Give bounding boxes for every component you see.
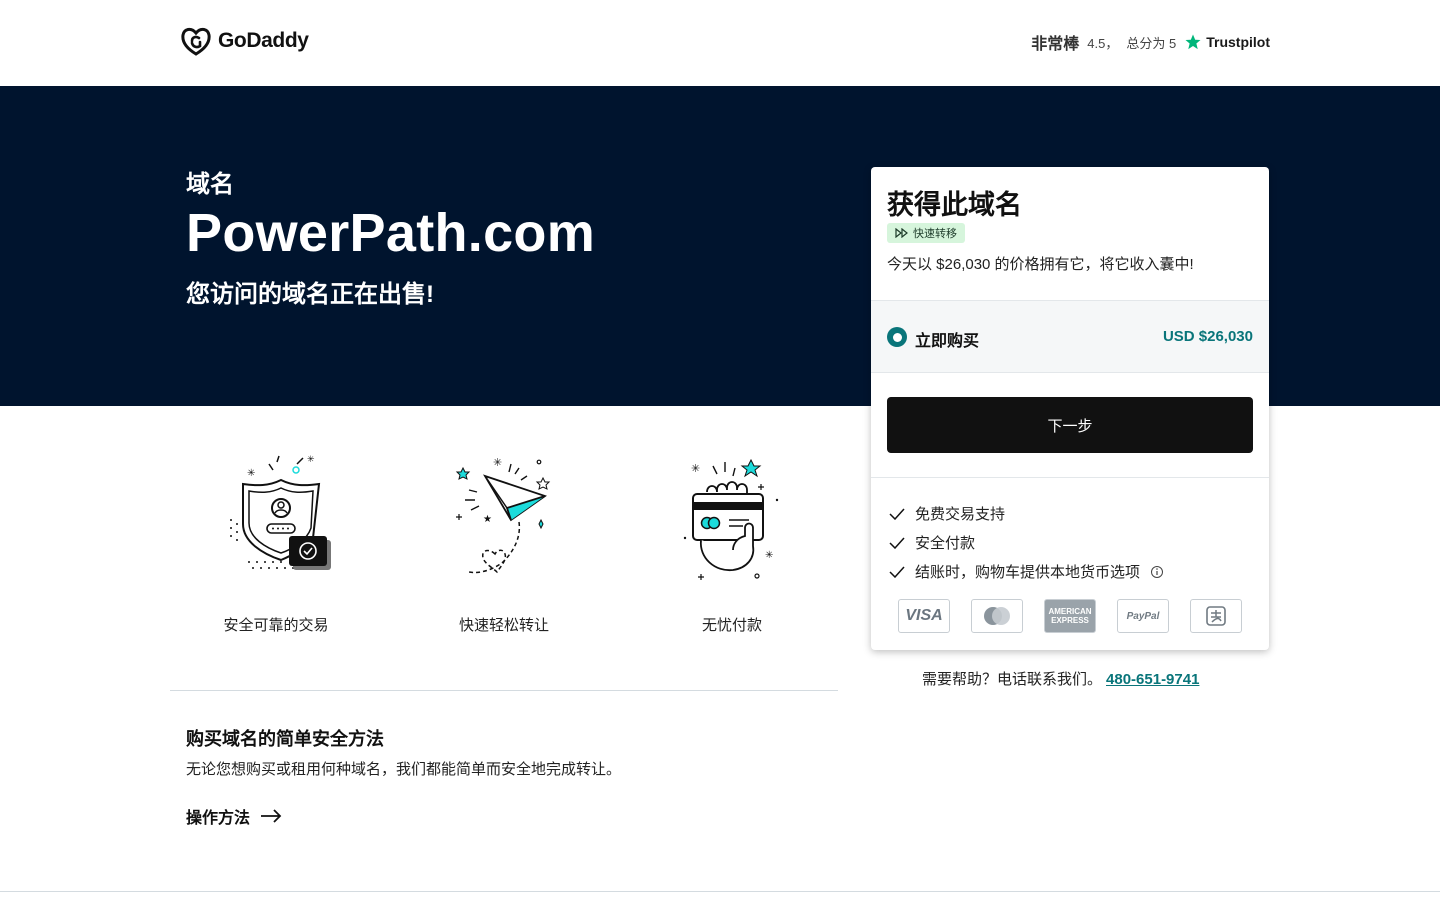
help-line: 需要帮助？电话联系我们。 480-651-9741 bbox=[922, 668, 1199, 689]
help-text: 需要帮助？电话联系我们。 bbox=[922, 671, 1103, 688]
svg-text:✳: ✳ bbox=[307, 455, 315, 465]
star-icon bbox=[1185, 34, 1201, 50]
section-divider bbox=[170, 690, 838, 691]
list-item: 安全付款 bbox=[889, 528, 1164, 557]
rating-total: 总分为 5 bbox=[1126, 35, 1177, 51]
check-icon bbox=[889, 507, 905, 520]
trustpilot-brand: Trustpilot bbox=[1184, 33, 1270, 51]
svg-text:✳: ✳ bbox=[247, 468, 255, 479]
hero-subtitle: 您访问的域名正在出售! bbox=[186, 281, 434, 308]
domain-name: PowerPath.com bbox=[186, 203, 596, 263]
section-description: 无论您想购买或租用何种域名，我们都能简单而安全地完成转让。 bbox=[186, 761, 622, 778]
svg-text:✳: ✳ bbox=[765, 550, 773, 561]
fast-transfer-badge: 快速转移 bbox=[887, 223, 965, 243]
option-label: 立即购买 bbox=[915, 333, 980, 350]
mastercard-icon bbox=[971, 599, 1023, 633]
svg-text:✳: ✳ bbox=[691, 462, 700, 475]
alipay-icon bbox=[1190, 599, 1242, 633]
godaddy-logo[interactable]: GoDaddy bbox=[180, 26, 309, 56]
list-item: 结账时，购物车提供本地货币选项 bbox=[889, 557, 1164, 586]
card-divider bbox=[871, 477, 1269, 478]
option-price: USD $26,030 bbox=[1162, 328, 1253, 345]
benefit-label: 免费交易支持 bbox=[915, 506, 1006, 523]
feature-payment: ✳ ✳ 无忧付款 bbox=[632, 450, 832, 635]
card-hand-icon: ✳ ✳ bbox=[683, 458, 779, 580]
fast-forward-icon bbox=[895, 228, 908, 238]
info-icon[interactable] bbox=[1150, 565, 1164, 579]
feature-transfer: ✳ ★ 快速轻松转让 bbox=[404, 450, 604, 635]
feature-label: 安全可靠的交易 bbox=[223, 617, 329, 634]
benefit-label: 安全付款 bbox=[915, 535, 976, 552]
rating-label: 非常棒 bbox=[1031, 36, 1080, 53]
feature-label: 无忧付款 bbox=[701, 617, 762, 634]
arrow-right-icon bbox=[261, 809, 282, 823]
trustpilot-rating[interactable]: 非常棒 4.5， 总分为 5 Trustpilot bbox=[1031, 30, 1270, 54]
paper-plane-icon: ✳ ★ bbox=[455, 456, 551, 574]
feature-label: 快速轻松转让 bbox=[458, 617, 549, 634]
footer-divider bbox=[0, 891, 1440, 892]
phone-link[interactable]: 480-651-9741 bbox=[1106, 671, 1199, 688]
feature-secure: ✳ ✳ 安全可靠的交易 bbox=[176, 450, 376, 635]
benefit-label: 结账时，购物车提供本地货币选项 bbox=[915, 564, 1141, 581]
next-button[interactable]: 下一步 bbox=[887, 397, 1253, 453]
check-icon bbox=[889, 536, 905, 549]
card-description: 今天以 $26,030 的价格拥有它，将它收入囊中! bbox=[887, 256, 1194, 273]
rating-score: 4.5， bbox=[1087, 35, 1119, 51]
visa-icon: VISA bbox=[898, 599, 950, 633]
check-icon bbox=[889, 565, 905, 578]
logo-text: GoDaddy bbox=[218, 29, 309, 52]
svg-text:★: ★ bbox=[483, 514, 492, 525]
how-it-works-link[interactable]: 操作方法 bbox=[186, 804, 282, 828]
payment-methods: VISA AMERICAN EXPRESS PayPal bbox=[898, 599, 1242, 633]
section-title: 购买域名的简单安全方法 bbox=[186, 729, 384, 749]
godaddy-logo-icon bbox=[181, 27, 211, 56]
buy-now-option[interactable]: 立即购买 USD $26,030 bbox=[871, 300, 1269, 373]
purchase-card: 获得此域名 快速转移 今天以 $26,030 的价格拥有它，将它收入囊中! 立即… bbox=[871, 167, 1269, 650]
amex-icon: AMERICAN EXPRESS bbox=[1044, 599, 1096, 633]
list-item: 免费交易支持 bbox=[889, 499, 1164, 528]
benefits-list: 免费交易支持 安全付款 结账时，购物车提供本地货币选项 bbox=[889, 499, 1164, 586]
site-header: GoDaddy 非常棒 4.5， 总分为 5 Trustpilot bbox=[0, 0, 1440, 86]
trustpilot-text: Trustpilot bbox=[1206, 34, 1270, 50]
buy-now-radio[interactable] bbox=[887, 327, 907, 347]
how-it-works-label: 操作方法 bbox=[186, 810, 251, 827]
card-title: 获得此域名 bbox=[887, 190, 1022, 220]
paypal-icon: PayPal bbox=[1117, 599, 1169, 633]
hero-kicker: 域名 bbox=[186, 171, 234, 198]
badge-label: 快速转移 bbox=[913, 228, 957, 240]
svg-text:✳: ✳ bbox=[493, 456, 502, 469]
shield-icon: ✳ ✳ bbox=[230, 455, 331, 570]
